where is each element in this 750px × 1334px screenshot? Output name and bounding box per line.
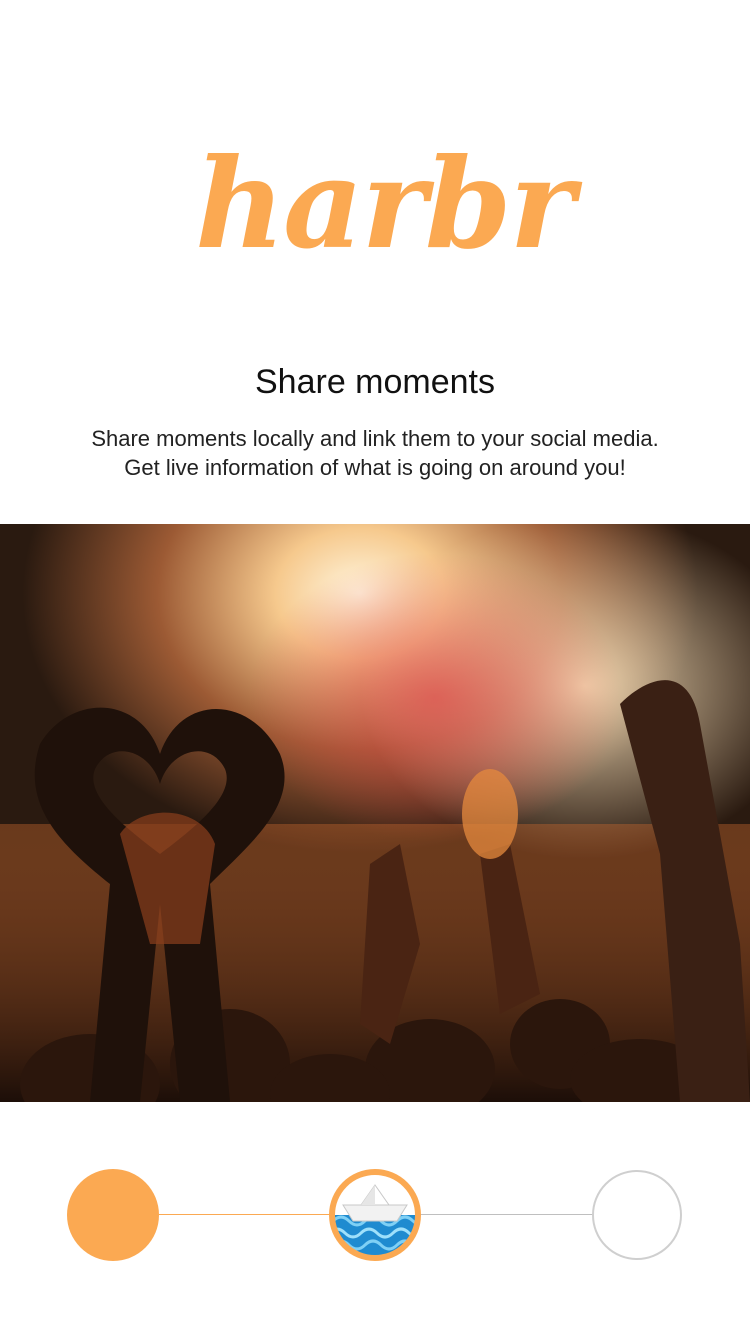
step-2-dot[interactable]	[329, 1169, 421, 1261]
step-1-dot[interactable]	[67, 1169, 159, 1261]
onboarding-screen: harbr Share moments Share moments locall…	[0, 0, 750, 1334]
paper-boat-on-waves-icon	[331, 1171, 419, 1259]
hero-photo	[0, 524, 750, 1102]
description-line-2: Get live information of what is going on…	[124, 455, 626, 480]
page-description: Share moments locally and link them to y…	[60, 424, 690, 482]
page-title: Share moments	[255, 363, 495, 401]
description-line-1: Share moments locally and link them to y…	[91, 426, 659, 451]
stepper-connector-completed	[158, 1214, 332, 1215]
onboarding-stepper	[0, 1168, 750, 1262]
stepper-connector-upcoming	[420, 1214, 594, 1215]
harbr-logo: harbr	[195, 132, 575, 277]
step-3-dot[interactable]	[592, 1170, 682, 1260]
